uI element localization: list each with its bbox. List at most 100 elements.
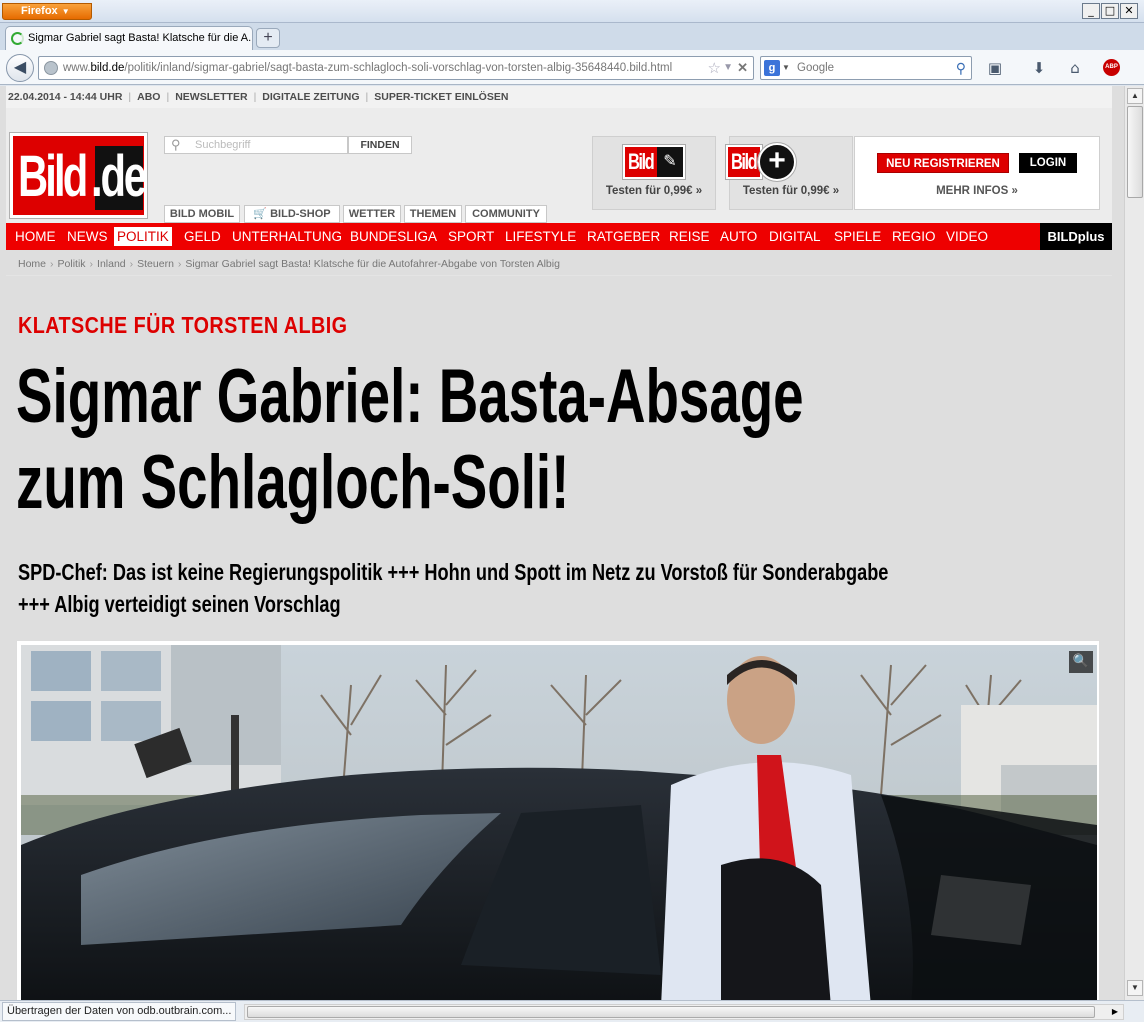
bild-logo[interactable]: Bild .de <box>9 132 148 219</box>
nav-lifestyle[interactable]: LIFESTYLE <box>502 227 579 246</box>
status-text: Übertragen der Daten von odb.outbrain.co… <box>2 1002 237 1021</box>
plus-icon: + <box>757 142 797 182</box>
register-button[interactable]: NEU REGISTRIEREN <box>877 153 1009 173</box>
promo-text: Testen für 0,99€ » <box>742 185 840 197</box>
nav-digital[interactable]: DIGITAL <box>766 227 824 246</box>
article-photo[interactable]: 🔍 <box>21 645 1097 1000</box>
subline-line-1: SPD-Chef: Das ist keine Regierungspoliti… <box>18 559 889 585</box>
nav-news[interactable]: NEWS <box>64 227 111 246</box>
url-prefix: www. <box>63 62 91 74</box>
breadcrumb-current: Sigmar Gabriel sagt Basta! Klatsche für … <box>185 258 560 270</box>
search-submit-button[interactable]: FINDEN <box>348 136 412 154</box>
nav-regio[interactable]: REGIO <box>889 227 939 246</box>
chevron-down-icon: ▼ <box>61 7 70 16</box>
link-digitale-zeitung[interactable]: DIGITALE ZEITUNG <box>262 91 359 103</box>
firefox-menu-label: Firefox <box>21 5 58 17</box>
article-image-frame: 🔍 <box>16 640 1100 1000</box>
scroll-up-icon[interactable]: ▲ <box>1127 88 1143 104</box>
promo-logo: Bild ✎ <box>622 144 686 180</box>
globe-icon <box>44 61 58 75</box>
back-button[interactable]: ◀ <box>6 54 34 82</box>
window-titlebar: Firefox ▼ _ □ ✕ <box>0 0 1144 23</box>
link-abo[interactable]: ABO <box>137 91 160 103</box>
promo-logo: Bild <box>725 144 763 180</box>
link-super-ticket[interactable]: SUPER-TICKET EINLÖSEN <box>374 91 508 103</box>
promo-bild-digital[interactable]: Bild ✎ Testen für 0,99€ » <box>592 136 716 210</box>
article-subline: SPD-Chef: Das ist keine Regierungspoliti… <box>18 556 1045 620</box>
breadcrumb-divider <box>6 275 1112 276</box>
vertical-scrollbar[interactable]: ▲ ▼ <box>1124 86 1144 1000</box>
cart-icon: 🛒 <box>253 207 268 220</box>
breadcrumb-politik[interactable]: Politik <box>58 258 86 270</box>
pen-icon: ✎ <box>657 147 683 177</box>
zoom-icon[interactable]: 🔍 <box>1069 651 1093 673</box>
login-button[interactable]: LOGIN <box>1019 153 1077 173</box>
back-arrow-icon: ◀ <box>13 59 27 76</box>
link-bild-shop[interactable]: 🛒 BILD-SHOP <box>244 205 340 223</box>
engine-dropdown-icon[interactable]: ▼ <box>782 57 790 79</box>
nav-home[interactable]: HOME <box>12 227 59 246</box>
scroll-down-icon[interactable]: ▼ <box>1127 980 1143 996</box>
maximize-button[interactable]: □ <box>1101 3 1119 19</box>
nav-video[interactable]: VIDEO <box>943 227 991 246</box>
link-themen[interactable]: THEMEN <box>404 205 462 223</box>
promo-logo-text: Bild <box>628 149 655 174</box>
horizontal-scrollbar[interactable]: ▶ <box>244 1004 1124 1020</box>
service-bar: 22.04.2014 - 14:44 UHR | ABO | NEWSLETTER | DI… <box>6 86 1112 108</box>
nav-auto[interactable]: AUTO <box>717 227 760 246</box>
minimize-button[interactable]: _ <box>1082 3 1100 19</box>
article-kicker: KLATSCHE FÜR TORSTEN ALBIG <box>18 312 348 338</box>
bookmarks-menu-icon[interactable]: ▣ <box>984 58 1006 78</box>
promo-text: Testen für 0,99€ » <box>605 185 703 197</box>
search-icon[interactable]: ⚲ <box>956 57 966 79</box>
nav-spiele[interactable]: SPIELE <box>831 227 884 246</box>
close-window-button[interactable]: ✕ <box>1120 3 1138 19</box>
more-info-link[interactable]: MEHR INFOS » <box>855 185 1099 197</box>
site-search-input[interactable]: ⚲ Suchbegriff <box>164 136 348 154</box>
nav-bundesliga[interactable]: BUNDESLIGA <box>347 227 440 246</box>
scroll-thumb[interactable] <box>1127 106 1143 198</box>
home-icon[interactable]: ⌂ <box>1064 58 1086 78</box>
scroll-right-icon[interactable]: ▶ <box>1108 1006 1122 1018</box>
photo-illustration <box>21 645 1097 1000</box>
nav-bildplus[interactable]: BILDplus <box>1040 223 1112 250</box>
url-path: /politik/inland/sigmar-gabriel/sagt-bast… <box>124 62 673 74</box>
nav-geld[interactable]: GELD <box>181 227 224 246</box>
article-headline: Sigmar Gabriel: Basta-Absage zum Schlagl… <box>16 354 1024 526</box>
date-time: 22.04.2014 - 14:44 UHR <box>8 91 123 103</box>
link-bild-mobil[interactable]: BILD MOBIL <box>164 205 240 223</box>
link-community[interactable]: COMMUNITY <box>465 205 547 223</box>
search-placeholder: Google <box>797 62 835 74</box>
tab-title: Sigmar Gabriel sagt Basta! Klatsche für … <box>28 32 253 44</box>
hscroll-thumb[interactable] <box>247 1006 1095 1018</box>
site-header: Bild .de ⚲ Suchbegriff FINDEN BILD MOBIL… <box>6 108 1112 223</box>
breadcrumb-inland[interactable]: Inland <box>97 258 126 270</box>
address-bar[interactable]: www.bild.de/politik/inland/sigmar-gabrie… <box>38 56 754 80</box>
promo-logo-text: Bild <box>731 149 758 174</box>
url-domain: bild.de <box>90 62 125 74</box>
history-dropdown-icon[interactable]: ▼ <box>723 57 733 79</box>
adblock-plus-icon[interactable]: ABP <box>1103 59 1120 76</box>
stop-icon[interactable]: ✕ <box>737 57 748 79</box>
nav-ratgeber[interactable]: RATGEBER <box>584 227 663 246</box>
nav-politik[interactable]: POLITIK <box>114 227 172 246</box>
search-bar[interactable]: g ▼ Google ⚲ <box>760 56 972 80</box>
promo-bildplus[interactable]: Bild + Testen für 0,99€ » <box>725 136 853 210</box>
nav-reise[interactable]: REISE <box>666 227 713 246</box>
downloads-icon[interactable]: ⬇ <box>1028 58 1050 78</box>
nav-unterhaltung[interactable]: UNTERHALTUNG <box>229 227 345 246</box>
main-navigation: HOME NEWS POLITIK GELD UNTERHALTUNG BUND… <box>6 223 1112 250</box>
account-box: NEU REGISTRIEREN LOGIN MEHR INFOS » <box>854 136 1100 210</box>
bild-shop-label: BILD-SHOP <box>270 208 331 220</box>
nav-sport[interactable]: SPORT <box>445 227 497 246</box>
bookmark-star-icon[interactable]: ☆ <box>708 57 721 79</box>
tab-article[interactable]: Sigmar Gabriel sagt Basta! Klatsche für … <box>5 26 253 50</box>
breadcrumb-steuern[interactable]: Steuern <box>137 258 174 270</box>
breadcrumb-home[interactable]: Home <box>18 258 46 270</box>
new-tab-button[interactable]: + <box>256 28 280 48</box>
link-wetter[interactable]: WETTER <box>343 205 401 223</box>
firefox-menu-button[interactable]: Firefox ▼ <box>2 3 92 20</box>
link-newsletter[interactable]: NEWSLETTER <box>175 91 247 103</box>
headline-line-2: zum Schlagloch-Soli! <box>16 440 570 525</box>
google-icon[interactable]: g <box>764 60 780 76</box>
